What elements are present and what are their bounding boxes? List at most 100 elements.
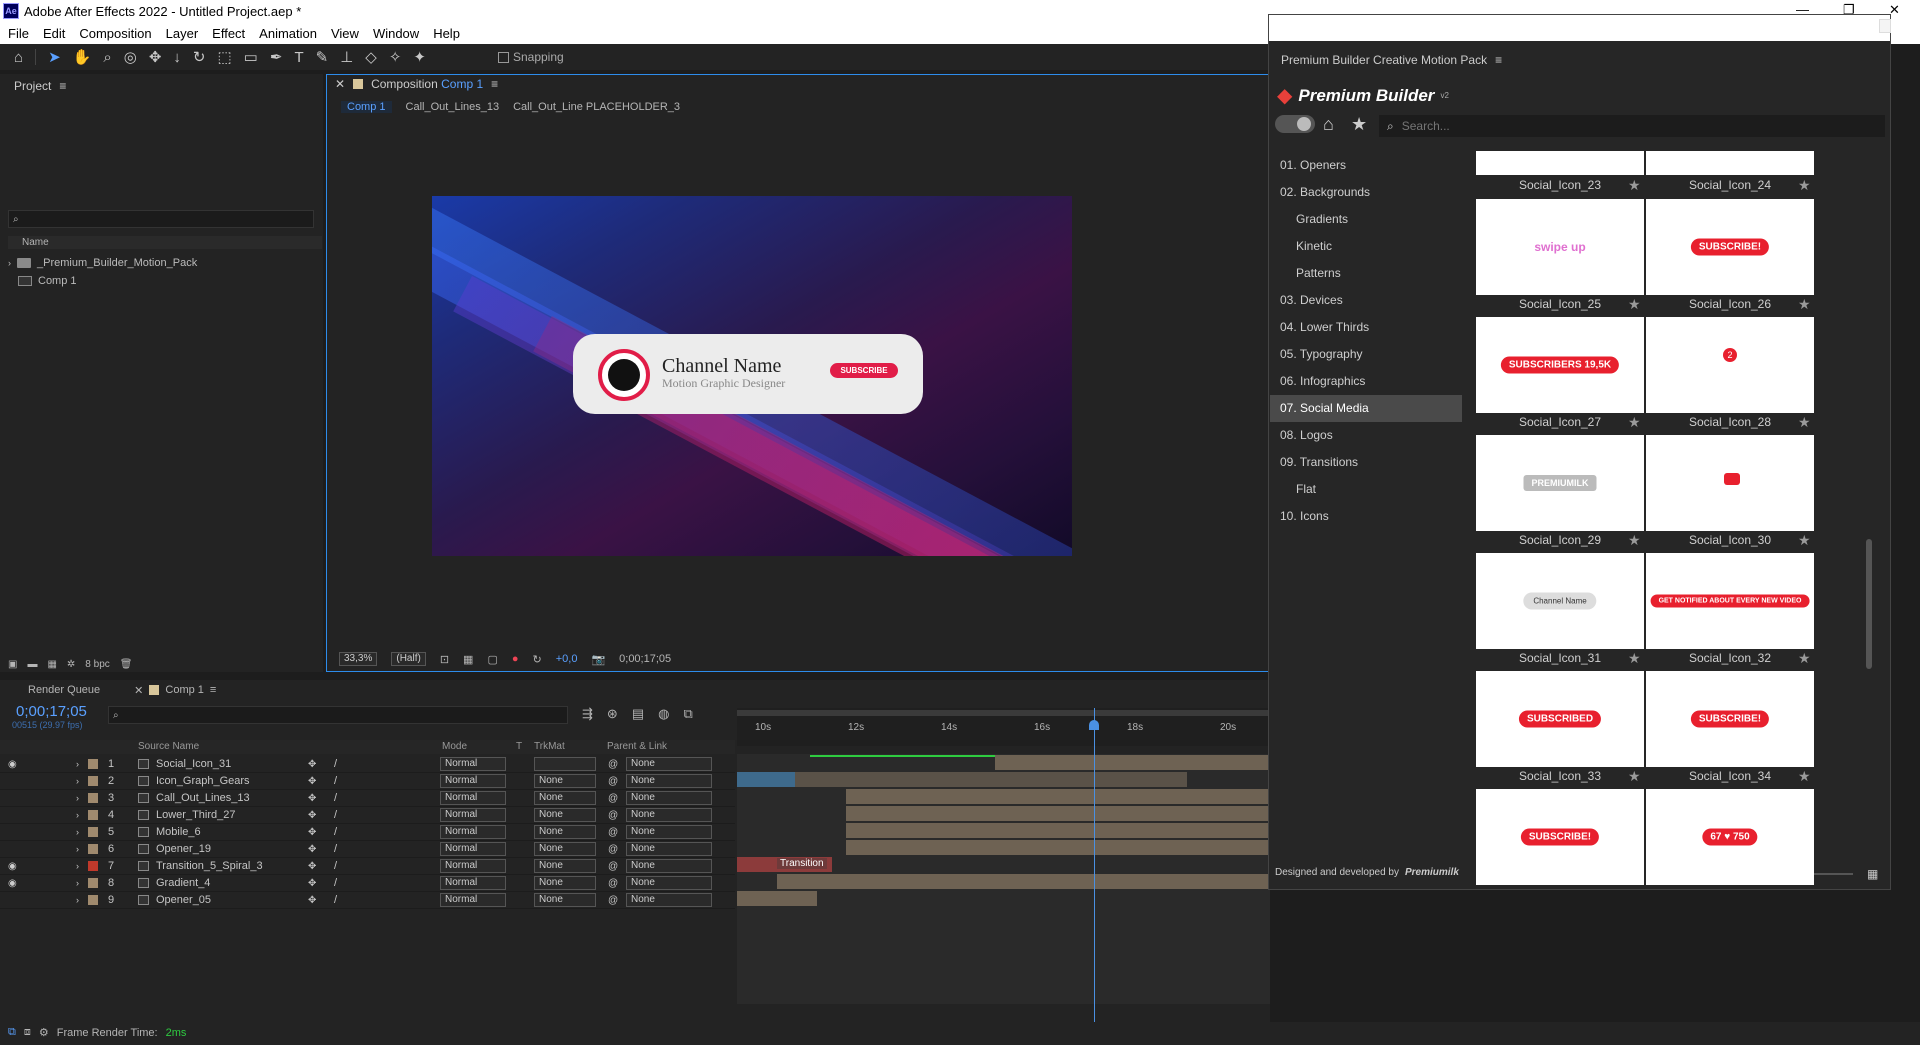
layer-bar[interactable] — [737, 772, 1187, 787]
favorite-star-icon[interactable]: ★ — [1798, 177, 1811, 194]
project-search-input[interactable]: ⌕ — [8, 210, 314, 228]
category-item[interactable]: Patterns — [1270, 260, 1462, 287]
favorite-star-icon[interactable]: ★ — [1798, 650, 1811, 667]
category-item[interactable]: Kinetic — [1270, 233, 1462, 260]
layer-name[interactable]: Transition_5_Spiral_3 — [156, 860, 263, 872]
transition-bar[interactable]: Transition — [737, 857, 832, 872]
rectangle-tool-icon[interactable]: ▭ — [244, 48, 258, 66]
breadcrumb-item[interactable]: Comp 1 — [341, 101, 392, 113]
category-item[interactable]: 07. Social Media — [1270, 395, 1462, 422]
favorite-star-icon[interactable]: ★ — [1628, 414, 1641, 431]
transparency-grid-icon[interactable]: ▦ — [463, 653, 473, 666]
menu-animation[interactable]: Animation — [259, 26, 317, 41]
mode-select[interactable]: Normal — [440, 791, 506, 805]
favorite-star-icon[interactable]: ★ — [1628, 532, 1641, 549]
layer-row[interactable]: › 3 Call_Out_Lines_13 ✥ / Normal None @ None — [0, 790, 735, 807]
quality-switch-icon[interactable]: / — [334, 826, 337, 838]
project-tab[interactable]: Project ≡ — [0, 74, 323, 98]
tab-render-queue[interactable]: Render Queue — [28, 684, 100, 697]
layer-row[interactable]: › 4 Lower_Third_27 ✥ / Normal None @ None — [0, 807, 735, 824]
favorites-star-icon[interactable]: ★ — [1351, 114, 1367, 135]
label-color-swatch[interactable] — [88, 827, 98, 837]
trkmat-select[interactable]: None — [534, 825, 596, 839]
category-item[interactable]: 02. Backgrounds — [1270, 179, 1462, 206]
parent-select[interactable]: None — [626, 825, 712, 839]
trkmat-select[interactable]: None — [534, 808, 596, 822]
type-tool-icon[interactable]: T — [294, 49, 303, 66]
shy-switch-icon[interactable]: ✥ — [308, 759, 316, 770]
label-color-swatch[interactable] — [88, 759, 98, 769]
project-item-folder[interactable]: › _Premium_Builder_Motion_Pack — [8, 257, 197, 269]
pickwhip-icon[interactable]: @ — [608, 895, 618, 906]
mode-select[interactable]: Normal — [440, 842, 506, 856]
pickwhip-icon[interactable]: @ — [608, 861, 618, 872]
category-item[interactable]: 09. Transitions — [1270, 449, 1462, 476]
category-item[interactable]: 01. Openers — [1270, 152, 1462, 179]
pen-tool-icon[interactable]: ✒ — [270, 48, 283, 66]
home-icon[interactable]: ⌂ — [14, 49, 23, 66]
trkmat-select[interactable]: None — [534, 893, 596, 907]
quality-switch-icon[interactable]: / — [334, 860, 337, 872]
expand-arrow-icon[interactable]: › — [76, 844, 79, 854]
mode-select[interactable]: Normal — [440, 825, 506, 839]
favorite-star-icon[interactable]: ★ — [1628, 768, 1641, 785]
mode-select[interactable]: Normal — [440, 859, 506, 873]
bpc-label[interactable]: 8 bpc — [85, 659, 109, 670]
layer-bar[interactable] — [737, 891, 817, 906]
menu-composition[interactable]: Composition — [79, 26, 151, 41]
panel-menu-icon[interactable]: ≡ — [59, 79, 66, 93]
snapping-toggle[interactable]: Snapping — [497, 50, 564, 64]
plugin-search-input[interactable] — [1401, 119, 1862, 133]
eraser-tool-icon[interactable]: ◇ — [365, 48, 377, 66]
graph-editor-icon[interactable]: ⧉ — [683, 706, 692, 722]
orbit-tool-icon[interactable]: ◎ — [124, 48, 137, 66]
zoom-tool-icon[interactable]: ⌕ — [103, 49, 111, 66]
playhead[interactable] — [1094, 708, 1095, 1022]
parent-select[interactable]: None — [626, 774, 712, 788]
layer-bar[interactable] — [846, 789, 1270, 804]
preset-thumbnail[interactable]: GET NOTIFIED ABOUT EVERY NEW VIDEO — [1646, 553, 1814, 649]
shy-switch-icon[interactable]: ✥ — [308, 827, 316, 838]
close-tab-icon[interactable]: ✕ — [134, 684, 143, 697]
parent-select[interactable]: None — [626, 757, 712, 771]
transfer-controls-icon[interactable]: ⧈ — [24, 1026, 31, 1039]
layer-bar[interactable] — [777, 874, 1270, 889]
snapshot-icon[interactable]: 📷 — [591, 653, 605, 666]
layer-bar[interactable] — [846, 840, 1270, 855]
trkmat-select[interactable]: None — [534, 791, 596, 805]
interpret-footage-icon[interactable]: ▣ — [8, 659, 17, 670]
menu-view[interactable]: View — [331, 26, 359, 41]
favorite-star-icon[interactable]: ★ — [1798, 296, 1811, 313]
region-icon[interactable]: ⊡ — [440, 653, 449, 666]
expand-arrow-icon[interactable]: › — [76, 793, 79, 803]
menu-window[interactable]: Window — [373, 26, 419, 41]
panel-menu-icon[interactable]: ≡ — [491, 77, 498, 91]
menu-edit[interactable]: Edit — [43, 26, 65, 41]
breadcrumb-item[interactable]: Call_Out_Lines_13 — [406, 101, 500, 113]
label-color-swatch[interactable] — [88, 844, 98, 854]
preset-thumbnail[interactable]: SUBSCRIBE! — [1476, 789, 1644, 885]
motion-blur-icon[interactable]: ◍ — [658, 706, 669, 722]
favorite-star-icon[interactable]: ★ — [1628, 296, 1641, 313]
pan-tool-icon[interactable]: ✥ — [149, 48, 162, 66]
clone-tool-icon[interactable]: ⊥ — [340, 48, 353, 66]
category-item[interactable]: 04. Lower Thirds — [1270, 314, 1462, 341]
mode-select[interactable]: Normal — [440, 774, 506, 788]
layer-name[interactable]: Lower_Third_27 — [156, 809, 236, 821]
current-time[interactable]: 0;00;17;05 — [619, 653, 671, 665]
draft-3d-icon[interactable]: ⊛ — [607, 706, 618, 722]
preset-thumbnail[interactable]: SUBSCRIBE! — [1646, 671, 1814, 767]
category-item[interactable]: 03. Devices — [1270, 287, 1462, 314]
layer-row[interactable]: › 6 Opener_19 ✥ / Normal None @ None — [0, 841, 735, 858]
expand-arrow-icon[interactable]: › — [8, 258, 11, 268]
label-color-swatch[interactable] — [88, 776, 98, 786]
quality-switch-icon[interactable]: / — [334, 894, 337, 906]
layer-name[interactable]: Opener_05 — [156, 894, 211, 906]
trkmat-select[interactable]: None — [534, 859, 596, 873]
plugin-close-box[interactable] — [1879, 19, 1891, 33]
breadcrumb-item[interactable]: Call_Out_Line PLACEHOLDER_3 — [513, 101, 680, 113]
layer-name[interactable]: Opener_19 — [156, 843, 211, 855]
menu-file[interactable]: File — [8, 26, 29, 41]
label-color-swatch[interactable] — [88, 810, 98, 820]
layer-bar[interactable] — [846, 823, 1270, 838]
